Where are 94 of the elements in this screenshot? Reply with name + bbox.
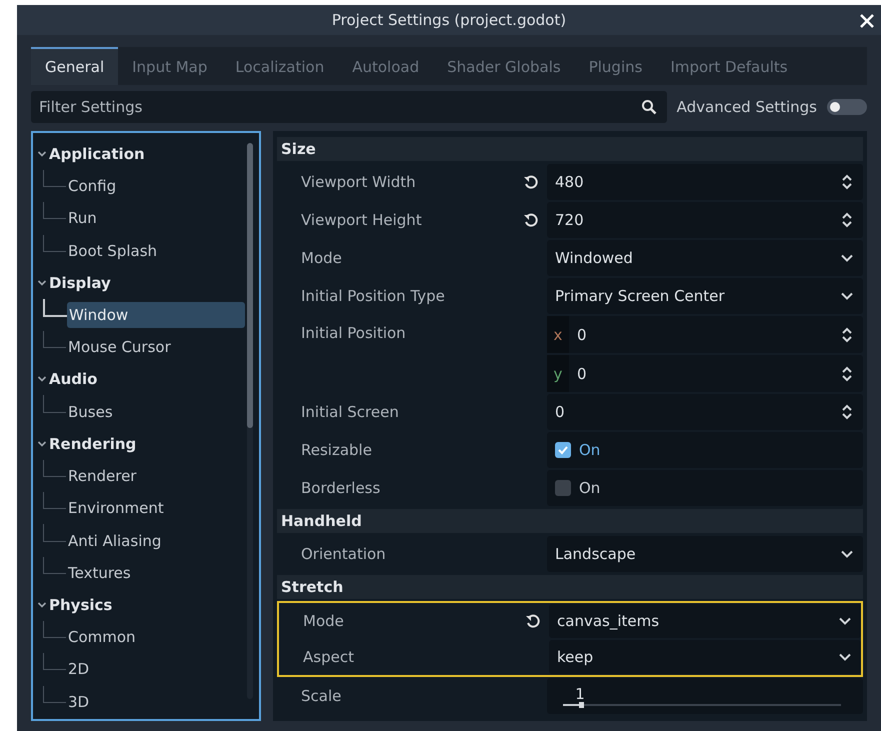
slider-grabber[interactable] (579, 702, 584, 708)
property-label: Viewport Height (301, 211, 422, 229)
tree-line (43, 202, 66, 220)
tab[interactable]: General (31, 47, 118, 85)
number-field[interactable]: y 0 (547, 355, 863, 392)
property-label: Mode (301, 249, 342, 267)
revert-icon[interactable] (525, 613, 541, 629)
advanced-settings-label: Advanced Settings (676, 98, 817, 116)
tree-line (43, 331, 66, 348)
tree-category[interactable]: Physics (37, 588, 259, 621)
dropdown[interactable]: Primary Screen Center (547, 278, 863, 314)
property-label: Mode (303, 612, 344, 630)
axis-label: x (547, 316, 569, 353)
spin-arrows-icon[interactable] (841, 173, 853, 191)
tree-item[interactable]: 3D (66, 688, 244, 715)
tree-item[interactable]: Config (66, 173, 244, 200)
tree-item[interactable]: Renderer (66, 462, 244, 489)
advanced-settings-toggle[interactable] (827, 99, 867, 115)
tree-item[interactable]: Common (66, 624, 244, 650)
checkbox[interactable] (555, 442, 571, 458)
axis-label: y (547, 355, 569, 392)
dropdown[interactable]: keep (549, 640, 861, 674)
number-field[interactable]: 0 (547, 394, 863, 430)
property-label: Orientation (301, 545, 386, 563)
chevron-icon[interactable] (37, 278, 47, 288)
section-header[interactable]: Size (277, 137, 863, 161)
tree-item[interactable]: Textures (66, 560, 244, 586)
category-label: Application (49, 145, 145, 163)
category-label: Physics (49, 596, 112, 614)
checkbox-label: On (579, 441, 600, 459)
tree-line (43, 492, 66, 510)
tree-line (43, 556, 66, 574)
slider-value: 1 (574, 686, 586, 702)
tree-item[interactable]: Buses (66, 398, 244, 425)
tree-category[interactable]: Application (37, 138, 259, 170)
dropdown[interactable]: Landscape (547, 536, 863, 572)
dropdown-caret-icon[interactable] (839, 653, 851, 661)
tree-category[interactable]: Rendering (37, 428, 259, 460)
chevron-icon[interactable] (37, 149, 47, 159)
property-label: Borderless (301, 479, 380, 497)
dropdown[interactable]: canvas_items (549, 604, 861, 638)
window-title: Project Settings (project.godot) (332, 11, 566, 29)
checkbox[interactable] (555, 480, 571, 496)
tree-item[interactable]: Mouse Cursor (66, 334, 244, 360)
revert-icon[interactable] (523, 212, 539, 228)
tree-line (43, 234, 66, 252)
chevron-icon[interactable] (37, 438, 47, 449)
tree-category[interactable]: Display (37, 266, 259, 299)
number-field[interactable]: 480 (547, 164, 863, 200)
property-label: Initial Position Type (301, 287, 445, 305)
category-label: Audio (49, 370, 98, 388)
dropdown-caret-icon[interactable] (841, 254, 853, 262)
property-label: Viewport Width (301, 173, 416, 191)
tree-category[interactable]: Audio (37, 363, 259, 396)
dropdown[interactable]: Windowed (547, 240, 863, 276)
property-label: Resizable (301, 441, 372, 459)
spin-arrows-icon[interactable] (841, 403, 853, 421)
dropdown-caret-icon[interactable] (841, 550, 853, 558)
property-label: Initial Position (301, 324, 406, 342)
filter-field[interactable]: Filter Settings (31, 91, 667, 123)
tree-item[interactable]: 2D (66, 656, 244, 682)
tree-item[interactable]: Environment (66, 495, 244, 522)
dropdown-caret-icon[interactable] (839, 617, 851, 625)
chevron-icon[interactable] (37, 600, 47, 610)
number-field[interactable]: x 0 (547, 316, 863, 353)
tree-item[interactable]: Window (67, 302, 245, 328)
checkmark-icon (557, 444, 569, 456)
property-label: Aspect (303, 648, 354, 666)
revert-icon[interactable] (523, 174, 539, 190)
property-label: Scale (301, 687, 342, 705)
number-field[interactable]: 720 (547, 202, 863, 238)
property-label: Initial Screen (301, 403, 399, 421)
dropdown-caret-icon[interactable] (841, 292, 853, 300)
checkbox-label: On (579, 479, 600, 497)
tree-line (43, 620, 66, 638)
search-icon (640, 99, 657, 115)
tree-line (43, 653, 66, 670)
spin-arrows-icon[interactable] (841, 326, 853, 344)
tree-line (43, 395, 66, 413)
category-label: Rendering (49, 434, 136, 453)
section-header[interactable]: Handheld (277, 509, 863, 533)
scrollbar[interactable] (247, 143, 253, 699)
section-header[interactable]: Stretch (277, 575, 863, 599)
tree-line (43, 170, 66, 188)
tree-item[interactable]: Boot Splash (66, 238, 244, 264)
tree-item[interactable]: Run (66, 205, 244, 232)
tree-line (43, 524, 66, 542)
tree-line (43, 686, 66, 703)
spin-arrows-icon[interactable] (841, 364, 853, 382)
category-label: Display (49, 274, 111, 292)
tree-item[interactable]: Anti Aliasing (66, 528, 244, 554)
chevron-icon[interactable] (37, 374, 47, 384)
spin-arrows-icon[interactable] (841, 211, 853, 229)
tree-line (43, 460, 66, 477)
